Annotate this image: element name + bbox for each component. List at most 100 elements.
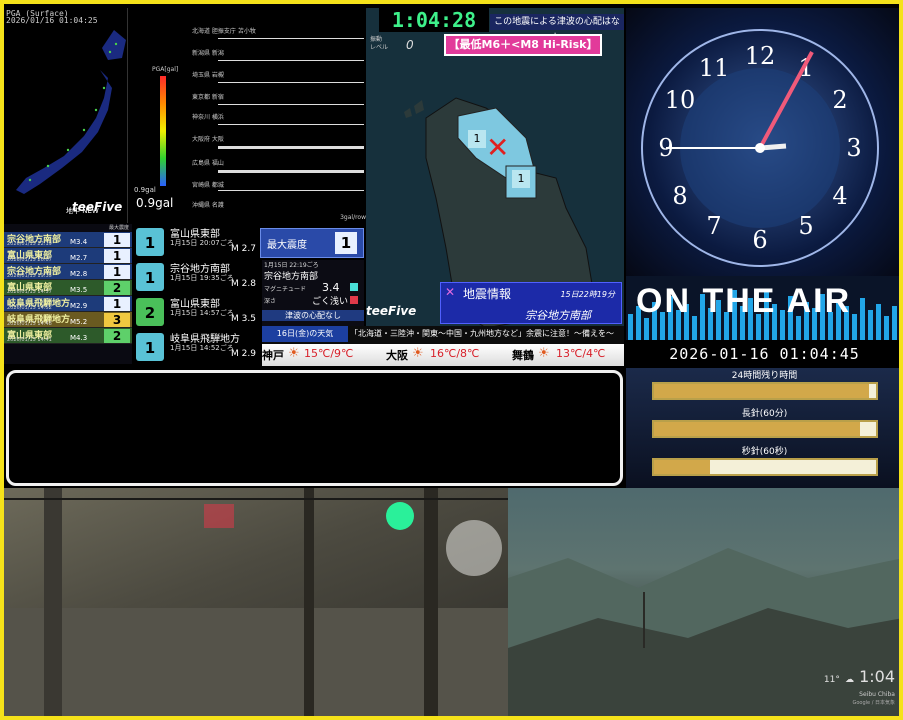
- list-item: 富山県東部 2026/01/15 14:41 M4.3 2: [4, 328, 132, 344]
- quake-history-list: 最大震度 宗谷地方南部 2026/01/15 22:19 M3.4 1 富山県東…: [4, 224, 132, 364]
- quake-intensity: 1: [104, 249, 130, 263]
- wave-label: 埼玉県 岩槻: [192, 72, 224, 79]
- mag-swatch: [350, 283, 358, 291]
- teefive-logo: teeFive: [72, 200, 123, 214]
- card-time: 1月15日 19:35ごろ: [170, 274, 234, 282]
- quake-card: 2 富山県東部 1月15日 14:57ごろ M 3.5: [134, 294, 258, 329]
- svg-text:11: 11: [699, 54, 730, 82]
- quake-card: 1 宗谷地方南部 1月15日 19:35ごろ M 2.8: [134, 259, 258, 294]
- list-item: 富山県東部 2026/01/15 20:07 M2.7 1: [4, 248, 132, 264]
- card-intensity: 1: [136, 333, 164, 361]
- cloud-icon: ☁: [844, 675, 854, 685]
- wave-label: 北海道 胆振支庁 苫小牧: [192, 28, 256, 35]
- quake-cards: 1 富山県東部 1月15日 20:07ごろ M 2.7 1 宗谷地方南部 1月1…: [134, 224, 258, 364]
- pga-scale-title: PGA[gal]: [152, 66, 179, 73]
- card-intensity: 1: [136, 228, 164, 256]
- camera-source: Google / 日本気象: [852, 700, 896, 706]
- tsunami-status: 津波の心配なし: [262, 310, 364, 321]
- sun-cloud-icon: ☀: [412, 346, 424, 361]
- latest-quake-panel: 1月15日 22:19ごろ 宗谷地方南部 マグニチュード 3.4 深さ ごく浅い…: [262, 260, 364, 326]
- clock-number: 12: [745, 42, 776, 70]
- tsunami-note: この地震による津波の心配はなし: [490, 14, 624, 43]
- cloud-sun-icon: ☀: [538, 346, 550, 361]
- svg-text:10: 10: [665, 86, 696, 114]
- card-intensity: 1: [136, 263, 164, 291]
- list-item: 宗谷地方南部 2026/01/15 22:19 M3.4 1: [4, 232, 132, 248]
- wave-label: 沖縄県 名護: [192, 202, 224, 209]
- city-temp: 16℃/8℃: [430, 347, 480, 360]
- svg-text:5: 5: [798, 212, 813, 240]
- camera-weather: 11° ☁ 1:04: [824, 667, 895, 686]
- quake-mag: M2.9: [70, 302, 88, 310]
- svg-text:4: 4: [832, 182, 847, 210]
- wave-unit: 3gal/row: [340, 214, 366, 221]
- risk-banner: 【最低M6＋<M8 Hi-Risk】: [444, 34, 602, 56]
- city-name: 舞鶴: [512, 349, 534, 362]
- bar-label: 長針(60分): [741, 409, 788, 419]
- max-intensity-box: 最大震度 1: [260, 228, 364, 258]
- wave-line: [218, 124, 364, 125]
- city-temp: 15℃/9℃: [304, 347, 354, 360]
- green-traffic-light: [386, 502, 414, 530]
- latest-region: 宗谷地方南部: [264, 272, 319, 282]
- intensity-marker: 1: [468, 130, 486, 148]
- info-title: 地震情報: [463, 287, 512, 301]
- card-time: 1月15日 14:52ごろ: [170, 344, 234, 352]
- latest-depth-value: ごく浅い: [312, 297, 349, 307]
- quake-intensity: 2: [104, 281, 130, 295]
- quake-mag: M2.7: [70, 254, 88, 262]
- quake-date: 2026/01/15 14:41: [7, 337, 52, 343]
- wave-line: [218, 190, 364, 191]
- progress-bar-second: [652, 458, 878, 476]
- waveform-panel: 北海道 胆振支庁 苫小牧 新潟県 新潟 埼玉県 岩槻 東京都 新宿 神奈川 横浜…: [188, 8, 368, 223]
- progress-fill: [654, 460, 710, 474]
- japan-map: [16, 30, 126, 194]
- camera-time: 1:04: [859, 667, 895, 686]
- on-air-panel: ON THE AIR: [626, 276, 899, 340]
- quake-mag: M2.8: [70, 270, 88, 278]
- clock-face: 12 1 2 3 4 5 6 7 8 9 10 11: [641, 29, 879, 267]
- max-int-value: 1: [335, 232, 357, 254]
- quake-date: 2026/01/15 22:19: [7, 241, 52, 247]
- quake-mag: M3.4: [70, 238, 88, 246]
- svg-text:3: 3: [846, 134, 861, 162]
- pga-color-bar: [160, 76, 166, 186]
- quake-intensity: 3: [104, 313, 130, 327]
- info-region: 宗谷地方南部: [525, 309, 591, 322]
- ticker-message: 「北海道・三陸沖・関東～中国・九州地方など」余震に注意！～備えを～: [350, 329, 614, 338]
- weather-ticker: 16日(金)の天気 「北海道・三陸沖・関東～中国・九州地方など」余震に注意！～備…: [262, 326, 624, 366]
- list-item: 岐阜県飛騨地方 2026/01/15 14:48 M5.2 3: [4, 312, 132, 328]
- card-intensity: 2: [136, 298, 164, 326]
- quake-card: 1 富山県東部 1月15日 20:07ごろ M 2.7: [134, 224, 258, 259]
- weather-date-label: 16日(金)の天気: [262, 326, 348, 342]
- street-camera-feed: [4, 488, 508, 716]
- vibration-level: 振動 レベル 0: [370, 36, 430, 58]
- wave-label: 大阪府 大阪: [192, 136, 224, 143]
- analog-clock: 12 1 2 3 4 5 6 7 8 9 10 11: [626, 8, 899, 276]
- list-item: 富山県東部 2026/01/15 14:57 M3.5 2: [4, 280, 132, 296]
- mountain-camera-feed: 11° ☁ 1:04 Seibu Chiba Google / 日本気象: [508, 488, 899, 716]
- street-scene: [4, 488, 508, 716]
- hokkaido-shape: [102, 30, 126, 60]
- camera-city: Seibu Chiba: [859, 691, 895, 698]
- card-mag: M 2.7: [231, 244, 256, 254]
- latest-mag-value: 3.4: [322, 281, 340, 294]
- gal-big: 0.9gal: [136, 196, 174, 210]
- on-air-label: ON THE AIR: [636, 282, 852, 320]
- level-value: 0: [406, 38, 414, 52]
- quake-info-box: ✕ 地震情報 15日22時19分 宗谷地方南部: [440, 282, 622, 324]
- info-time: 15日22時19分: [560, 290, 615, 299]
- card-time: 1月15日 20:07ごろ: [170, 239, 234, 247]
- honshu-shape: [16, 70, 112, 194]
- quake-date: 2026/01/15 19:35: [7, 273, 52, 279]
- wave-line: [218, 146, 364, 149]
- list-item: 岐阜県飛騨地方 2026/01/15 14:52 M2.9 1: [4, 296, 132, 312]
- level-label: 振動 レベル: [370, 36, 389, 51]
- pga-map-panel: PGA (Surface) 2026/01/16 01:04:25 地中 NEW…: [4, 8, 128, 223]
- wave-label: 新潟県 新潟: [192, 50, 224, 57]
- digital-datetime: 2026-01-16 01:04:45: [626, 340, 899, 368]
- map-clock: 1:04:28: [379, 8, 489, 32]
- wave-line: [218, 104, 364, 105]
- city-temp: 13℃/4℃: [556, 347, 606, 360]
- depth-swatch: [350, 296, 358, 304]
